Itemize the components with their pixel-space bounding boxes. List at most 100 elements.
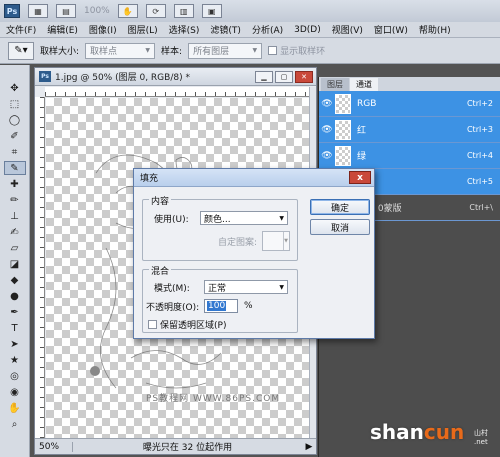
minimize-icon[interactable]: ▁ <box>255 70 273 83</box>
use-dropdown[interactable]: 颜色... ▼ <box>200 211 288 225</box>
blending-group-title: 混合 <box>149 264 172 277</box>
clone-stamp-tool-icon[interactable]: ⊥ <box>4 209 26 223</box>
eye-icon[interactable]: 👁 <box>319 125 335 135</box>
close-icon[interactable]: ✕ <box>295 70 313 83</box>
chevron-down-icon: ▼ <box>145 47 151 54</box>
crop-tool-icon[interactable]: ⌗ <box>4 145 26 159</box>
healing-brush-tool-icon[interactable]: ✚ <box>4 177 26 191</box>
ok-button[interactable]: 确定 <box>310 199 370 215</box>
screen-mode-icon[interactable]: ▣ <box>201 4 222 18</box>
site-watermark-suffix: .net <box>474 438 488 446</box>
document-title-bar[interactable]: Ps 1.jpg @ 50% (图层 0, RGB/8) * ▁ ▢ ✕ <box>35 68 316 86</box>
menu-image[interactable]: 图像(I) <box>89 23 117 36</box>
canvas-watermark: PS教程网 WWW.86PS.COM <box>146 394 281 404</box>
zoom-tool-icon[interactable]: ⌕ <box>4 417 26 431</box>
site-watermark-sub: 山村 .net <box>474 428 488 446</box>
channel-row-red[interactable]: 👁 红 Ctrl+3 <box>319 117 500 143</box>
channel-shortcut: Ctrl+3 <box>466 125 493 134</box>
zoom-level[interactable]: 100% <box>84 6 110 16</box>
photoshop-logo: Ps <box>4 4 20 18</box>
document-title: 1.jpg @ 50% (图层 0, RGB/8) * <box>55 73 190 83</box>
menu-layer[interactable]: 图层(L) <box>128 23 158 36</box>
menu-help[interactable]: 帮助(H) <box>419 23 451 36</box>
checkbox-box[interactable] <box>268 46 278 55</box>
menu-window[interactable]: 窗口(W) <box>374 23 408 36</box>
fill-dialog: 填充 x 内容 使用(U): 颜色... ▼ 自定图案: ▼ 混合 模式(M):… <box>133 168 375 339</box>
checkbox-box[interactable] <box>148 320 157 329</box>
chevron-down-icon: ▼ <box>279 214 284 222</box>
quick-select-tool-icon[interactable]: ✐ <box>4 129 26 143</box>
blur-tool-icon[interactable]: ◆ <box>4 273 26 287</box>
custom-pattern-row: 自定图案: ▼ <box>218 231 290 251</box>
pattern-picker[interactable]: ▼ <box>262 231 290 251</box>
opacity-unit: % <box>244 301 253 311</box>
shape-tool-icon[interactable]: ★ <box>4 353 26 367</box>
channel-row-rgb[interactable]: 👁 RGB Ctrl+2 <box>319 91 500 117</box>
preserve-transparency-checkbox[interactable]: 保留透明区域(P) <box>148 318 226 331</box>
site-watermark-sub-text: 山村 <box>474 429 488 437</box>
3d-rotate-tool-icon[interactable]: ◎ <box>4 369 26 383</box>
paint-bucket-tool-icon[interactable]: ◪ <box>4 257 26 271</box>
channel-row-green[interactable]: 👁 绿 Ctrl+4 <box>319 143 500 169</box>
arrange-documents-icon[interactable]: ▥ <box>173 4 194 18</box>
dodge-tool-icon[interactable]: ● <box>4 289 26 303</box>
3d-orbit-tool-icon[interactable]: ◉ <box>4 385 26 399</box>
menu-filter[interactable]: 滤镜(T) <box>210 23 241 36</box>
cancel-button[interactable]: 取消 <box>310 219 370 235</box>
channel-shortcut: Ctrl+4 <box>466 151 493 160</box>
opacity-input[interactable]: 100 <box>204 299 238 313</box>
eraser-tool-icon[interactable]: ▱ <box>4 241 26 255</box>
sample-label: 样本: <box>161 47 183 57</box>
brush-tool-icon[interactable]: ✏ <box>4 193 26 207</box>
move-tool-icon[interactable]: ✥ <box>4 81 26 95</box>
opacity-label: 不透明度(O): <box>146 302 200 313</box>
dialog-title: 填充 <box>140 174 159 184</box>
eyedropper-preset-icon[interactable]: ✎▾ <box>8 41 34 60</box>
type-tool-icon[interactable]: T <box>4 321 26 335</box>
hand-tool-icon[interactable]: ✋ <box>117 4 138 18</box>
path-selection-tool-icon[interactable]: ➤ <box>4 337 26 351</box>
photoshop-document-icon: Ps <box>39 71 51 82</box>
tab-channels[interactable]: 通道 <box>350 78 378 91</box>
vertical-ruler <box>35 97 45 438</box>
menu-3d[interactable]: 3D(D) <box>294 25 321 35</box>
bridge-icon[interactable]: ▦ <box>28 4 48 18</box>
menu-view[interactable]: 视图(V) <box>332 23 363 36</box>
menu-analysis[interactable]: 分析(A) <box>252 23 283 36</box>
sample-size-select[interactable]: 取样点 ▼ <box>85 42 156 59</box>
channel-shortcut: Ctrl+5 <box>466 177 493 186</box>
close-icon[interactable]: x <box>349 171 371 184</box>
options-bar: ✎▾ 取样大小: 取样点 ▼ 样本: 所有图层 ▼ 显示取样环 <box>0 38 500 64</box>
pen-tool-icon[interactable]: ✒ <box>4 305 26 319</box>
tab-layers[interactable]: 图层 <box>321 78 349 91</box>
eye-icon[interactable]: 👁 <box>319 99 335 109</box>
lasso-tool-icon[interactable]: ◯ <box>4 113 26 127</box>
image-detail <box>90 366 100 376</box>
channel-thumbnail <box>335 145 351 166</box>
sample-select[interactable]: 所有图层 ▼ <box>188 42 263 59</box>
marquee-tool-icon[interactable]: ⬚ <box>4 97 26 111</box>
eye-icon[interactable]: 👁 <box>319 151 335 161</box>
status-zoom[interactable]: 50% <box>39 441 73 452</box>
chevron-down-icon: ▼ <box>252 47 258 54</box>
menu-edit[interactable]: 编辑(E) <box>47 23 78 36</box>
opacity-value: 100 <box>207 301 227 311</box>
menu-file[interactable]: 文件(F) <box>6 23 36 36</box>
channel-name: 红 <box>357 126 367 136</box>
mode-dropdown[interactable]: 正常 ▼ <box>204 280 288 294</box>
rotate-view-icon[interactable]: ⟳ <box>145 4 166 18</box>
opacity-row: 不透明度(O): 100 % <box>146 299 253 313</box>
hand-tool-icon[interactable]: ✋ <box>4 401 26 415</box>
sample-size-label: 取样大小: <box>40 47 80 57</box>
eyedropper-tool-icon[interactable]: ✎ <box>3 161 26 175</box>
view-extras-icon[interactable]: ▤ <box>56 4 76 18</box>
menu-select[interactable]: 选择(S) <box>169 23 200 36</box>
use-row: 使用(U): 颜色... ▼ <box>154 211 288 225</box>
show-ring-checkbox[interactable]: 显示取样环 <box>268 44 325 57</box>
history-brush-tool-icon[interactable]: ✍ <box>4 225 26 239</box>
site-watermark: shancun <box>370 420 464 444</box>
dialog-title-bar[interactable]: 填充 x <box>134 169 374 187</box>
status-menu-arrow-icon[interactable]: ▶ <box>302 442 316 452</box>
maximize-icon[interactable]: ▢ <box>275 70 293 83</box>
window-buttons: ▁ ▢ ✕ <box>255 70 316 83</box>
